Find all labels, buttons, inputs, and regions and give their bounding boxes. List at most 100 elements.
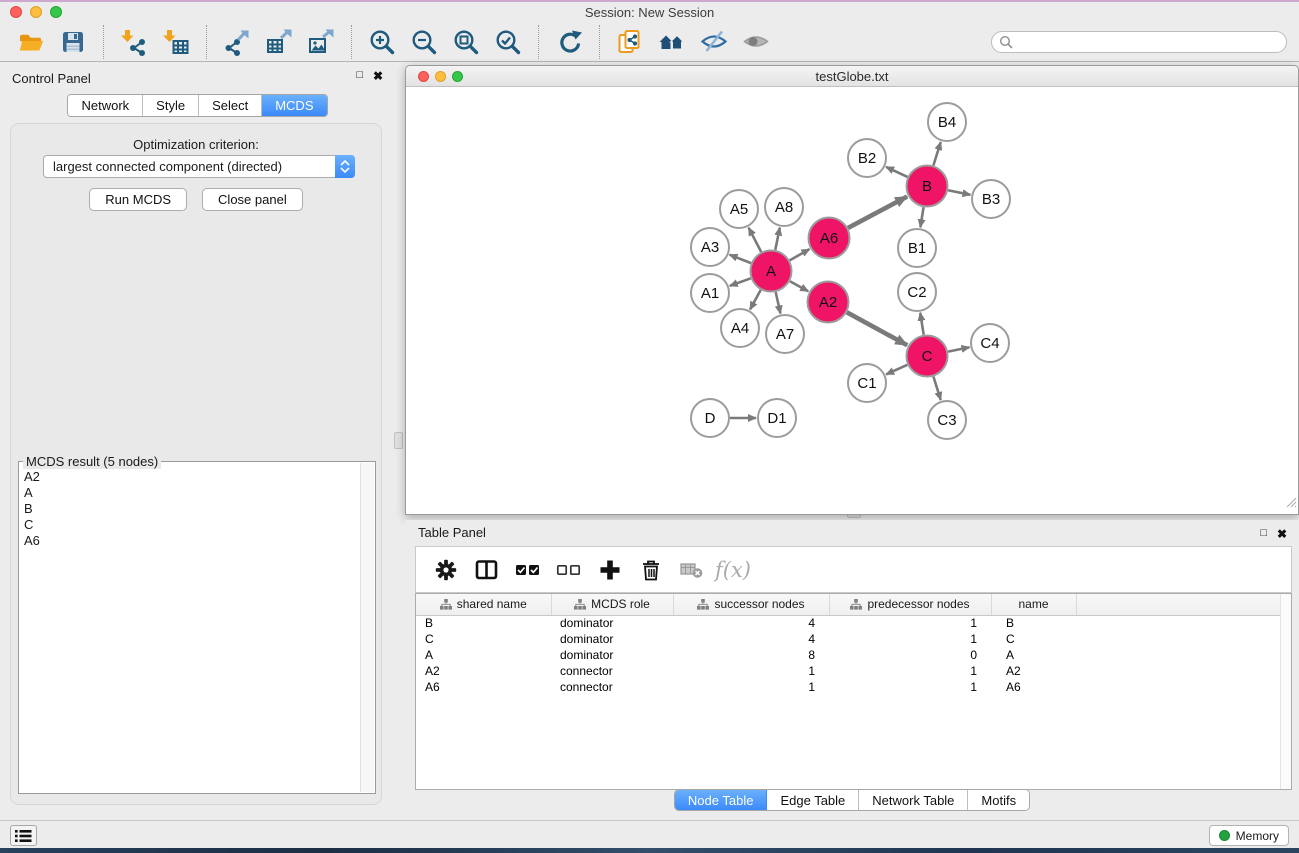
table-cell[interactable]: 1 (673, 679, 829, 695)
deselect-all-icon[interactable] (555, 556, 583, 584)
graph-edge-A-A8[interactable] (775, 228, 780, 250)
open-file-icon[interactable] (14, 25, 48, 59)
table-cell[interactable]: dominator (551, 631, 673, 647)
tab-node-table[interactable]: Node Table (675, 790, 768, 810)
result-scrollbar[interactable] (360, 463, 374, 792)
resize-grip-icon[interactable] (1284, 495, 1297, 513)
graph-edge-B-B1[interactable] (920, 207, 923, 227)
tab-network-table[interactable]: Network Table (859, 790, 968, 810)
table-cell[interactable]: C (416, 631, 551, 647)
table-cell[interactable]: 4 (673, 631, 829, 647)
function-builder-icon[interactable]: f(x) (719, 556, 747, 584)
column-header-shared-name[interactable]: shared name (416, 594, 551, 615)
search-input[interactable] (991, 31, 1287, 53)
table-cell[interactable]: 1 (829, 663, 991, 679)
column-header-predecessor-nodes[interactable]: predecessor nodes (829, 594, 991, 615)
close-panel-icon[interactable]: ✖ (373, 69, 383, 83)
table-cell[interactable]: 1 (829, 679, 991, 695)
table-cell[interactable]: 0 (829, 647, 991, 663)
close-panel-button[interactable]: Close panel (202, 188, 303, 211)
table-scrollbar[interactable] (1280, 594, 1291, 789)
table-cell[interactable]: A2 (416, 663, 551, 679)
zoom-fit-icon[interactable] (449, 25, 483, 59)
table-cell[interactable]: connector (551, 679, 673, 695)
table-row[interactable]: Adominator80A (416, 647, 1291, 663)
select-all-icon[interactable] (514, 556, 542, 584)
graph-edge-C-C3[interactable] (933, 377, 940, 400)
tab-select[interactable]: Select (199, 95, 262, 116)
import-table-icon[interactable] (159, 25, 193, 59)
tab-style[interactable]: Style (143, 95, 199, 116)
add-column-icon[interactable] (596, 556, 624, 584)
mcds-result-item[interactable]: A2 (20, 469, 359, 485)
table-cell[interactable]: A6 (416, 679, 551, 695)
zoom-in-icon[interactable] (365, 25, 399, 59)
graph-edge-B-B2[interactable] (886, 167, 907, 177)
criterion-dropdown[interactable]: largest connected component (directed) (43, 155, 355, 178)
table-cell[interactable]: 1 (829, 631, 991, 647)
table-row[interactable]: A2connector11A2 (416, 663, 1291, 679)
network-canvas[interactable]: AA1A2A3A4A5A6A7A8BB1B2B3B4CC1C2C3C4DD1 (406, 87, 1298, 514)
graph-edge-A2-C[interactable] (847, 312, 907, 345)
mcds-result-item[interactable]: A (20, 485, 359, 501)
table-cell[interactable]: A (991, 647, 1076, 663)
mcds-result-item[interactable]: C (20, 517, 359, 533)
export-image-icon[interactable] (304, 25, 338, 59)
tab-network[interactable]: Network (68, 95, 143, 116)
column-header-successor-nodes[interactable]: successor nodes (673, 594, 829, 615)
table-cell[interactable]: 1 (673, 663, 829, 679)
delete-table-icon[interactable] (678, 556, 706, 584)
run-mcds-button[interactable]: Run MCDS (89, 188, 187, 211)
column-header-mcds-role[interactable]: MCDS role (551, 594, 673, 615)
delete-column-icon[interactable] (637, 556, 665, 584)
table-row[interactable]: Cdominator41C (416, 631, 1291, 647)
table-cell[interactable]: 4 (673, 615, 829, 631)
table-cell[interactable]: connector (551, 663, 673, 679)
table-cell[interactable]: dominator (551, 615, 673, 631)
mcds-result-list[interactable]: A2ABCA6 (20, 469, 359, 792)
export-network-icon[interactable] (220, 25, 254, 59)
tab-mcds[interactable]: MCDS (262, 95, 326, 116)
tab-edge-table[interactable]: Edge Table (767, 790, 859, 810)
graph-edge-C-C4[interactable] (948, 347, 969, 351)
float-table-panel-icon[interactable]: □ (1260, 527, 1267, 539)
float-panel-icon[interactable]: □ (356, 69, 363, 81)
task-history-button[interactable] (10, 825, 37, 846)
mcds-result-item[interactable]: A6 (20, 533, 359, 549)
table-row[interactable]: Bdominator41B (416, 615, 1291, 631)
columns-icon[interactable] (473, 556, 501, 584)
table-cell[interactable]: 1 (829, 615, 991, 631)
table-cell[interactable]: B (991, 615, 1076, 631)
clone-network-icon[interactable] (613, 25, 647, 59)
graph-edge-A-A3[interactable] (730, 255, 751, 263)
table-cell[interactable]: dominator (551, 647, 673, 663)
vertical-splitter-handle[interactable] (394, 432, 403, 449)
first-neighbors-icon[interactable] (655, 25, 689, 59)
graph-edge-B-B4[interactable] (933, 142, 940, 165)
zoom-selected-icon[interactable] (491, 25, 525, 59)
import-network-icon[interactable] (117, 25, 151, 59)
hide-selected-icon[interactable] (697, 25, 731, 59)
memory-button[interactable]: Memory (1209, 825, 1289, 846)
graph-edge-A-A5[interactable] (749, 228, 762, 252)
tab-motifs[interactable]: Motifs (968, 790, 1029, 810)
export-table-icon[interactable] (262, 25, 296, 59)
graph-edge-C-C1[interactable] (886, 365, 907, 375)
table-cell[interactable]: C (991, 631, 1076, 647)
graph-edge-A-A1[interactable] (730, 278, 751, 286)
graph-edge-A-A6[interactable] (790, 249, 810, 260)
column-header-name[interactable]: name (991, 594, 1076, 615)
table-cell[interactable]: A6 (991, 679, 1076, 695)
mcds-result-item[interactable]: B (20, 501, 359, 517)
show-all-icon[interactable] (739, 25, 773, 59)
save-session-icon[interactable] (56, 25, 90, 59)
graph-edge-A6-B[interactable] (848, 197, 907, 228)
graph-edge-A-A4[interactable] (750, 290, 761, 310)
table-cell[interactable]: A (416, 647, 551, 663)
settings-gear-icon[interactable] (432, 556, 460, 584)
table-cell[interactable]: 8 (673, 647, 829, 663)
graph-edge-A-A7[interactable] (776, 292, 781, 314)
table-cell[interactable]: B (416, 615, 551, 631)
graph-edge-B-B3[interactable] (948, 190, 970, 195)
graph-edge-A-A2[interactable] (790, 281, 808, 291)
